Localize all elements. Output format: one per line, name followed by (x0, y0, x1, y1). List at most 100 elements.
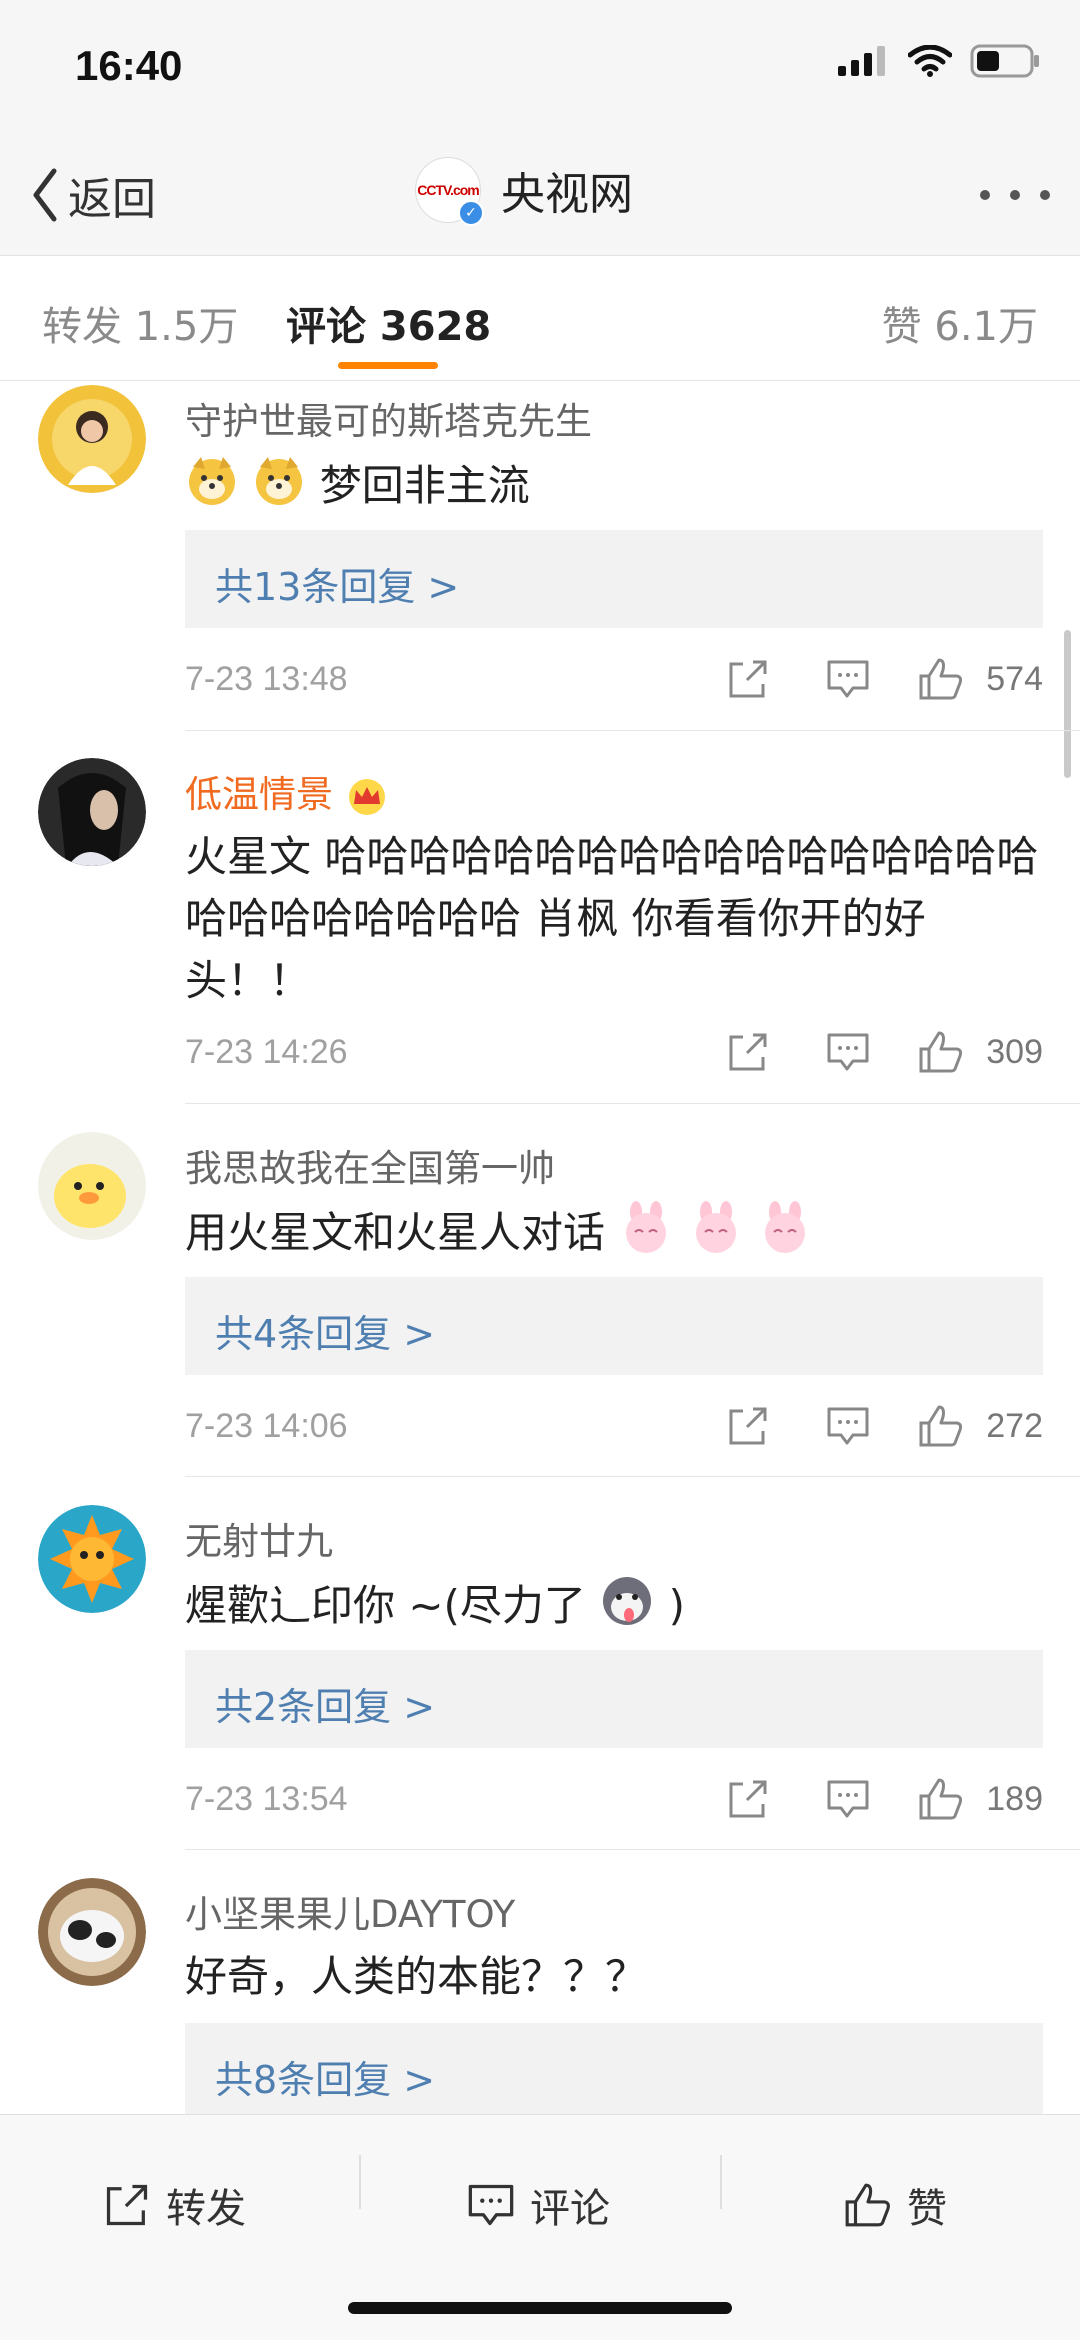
comment-item: 无射廿九 煋歡辶印你 ~(尽力了 ) 共2条回复 > 7-23 13:54 18… (0, 1505, 1080, 1850)
doge-emoji-icon (252, 453, 306, 524)
comment-time: 7-23 14:06 (185, 1407, 348, 1445)
share-icon[interactable] (725, 1776, 771, 1822)
status-time: 16:40 (75, 42, 183, 89)
chevron-left-icon (33, 168, 57, 222)
like-count: 309 (986, 1033, 1043, 1071)
avatar[interactable] (38, 1505, 146, 1613)
comment-text: 好奇，人类的本能？？？ (185, 1952, 648, 2001)
replies-link[interactable]: 共8条回复 > (185, 2023, 1043, 2114)
comment-meta: 7-23 14:26 309 (185, 1023, 1045, 1083)
comment-username[interactable]: 小坚果果儿DAYTOY (185, 1884, 515, 1938)
comment-text-content: 梦回非主流 (319, 461, 530, 510)
share-icon (106, 2184, 148, 2226)
comment-item: 守护世最可的斯塔克先生 梦回非主流 共13条回复 > 7-23 13:48 57… (0, 385, 1080, 730)
comment-icon[interactable] (825, 656, 871, 702)
home-indicator[interactable] (348, 2302, 732, 2314)
tab-comments[interactable]: 评论 3628 (286, 294, 491, 352)
repost-button[interactable]: 转发 (102, 2150, 246, 2260)
divider (185, 730, 1080, 731)
like-icon[interactable] (917, 1029, 965, 1075)
comment-username[interactable]: 无射廿九 (185, 1511, 333, 1565)
divider (185, 1849, 1080, 1850)
replies-label: 共13条回复 > (215, 565, 460, 609)
comment-icon[interactable] (825, 1029, 871, 1075)
back-button[interactable]: 返回 (30, 160, 156, 230)
cctv-avatar: CCTV.com ✓ (415, 157, 484, 226)
avatar[interactable] (38, 1132, 146, 1240)
comment-username[interactable]: 低温情景 (185, 764, 389, 818)
comment-username[interactable]: 守护世最可的斯塔克先生 (185, 391, 592, 445)
comment-label: 评论 (530, 2186, 610, 2232)
wifi-icon (908, 45, 952, 77)
husky-emoji-icon (599, 1573, 655, 1644)
comment-text: 用火星文和火星人对话 (185, 1200, 1045, 1271)
bunny-emoji-icon (618, 1200, 674, 1271)
avatar[interactable] (38, 758, 146, 866)
tab-repost[interactable]: 转发 1.5万 (42, 294, 238, 352)
replies-label: 共2条回复 > (215, 1685, 436, 1729)
comment-username[interactable]: 我思故我在全国第一帅 (185, 1138, 555, 1192)
comment-time: 7-23 14:26 (185, 1033, 348, 1071)
comment-button[interactable]: 评论 (466, 2150, 610, 2260)
comment-text-content: 用火星文和火星人对话 (185, 1208, 606, 1257)
share-icon[interactable] (725, 1029, 771, 1075)
like-label: 赞 (907, 2186, 947, 2232)
replies-link[interactable]: 共13条回复 > (185, 530, 1043, 628)
cctv-logo: CCTV.com (417, 182, 480, 198)
comment-item: 低温情景 火星文 哈哈哈哈哈哈哈哈哈哈哈哈哈哈哈哈哈哈哈哈哈哈哈哈哈 肖枫 你看… (0, 758, 1080, 1103)
replies-label: 共8条回复 > (215, 2058, 436, 2102)
replies-link[interactable]: 共4条回复 > (185, 1277, 1043, 1375)
cellular-signal-icon (838, 46, 885, 76)
comment-meta: 7-23 14:06 272 (185, 1397, 1045, 1457)
nav-bar: 返回 CCTV.com ✓ 央视网 (0, 135, 1080, 256)
vip-crown-icon (348, 778, 385, 815)
comment-meta: 7-23 13:54 189 (185, 1770, 1045, 1830)
comment-text: 煋歡辶印你 ~(尽力了 ) (185, 1573, 1045, 1644)
active-tab-indicator (338, 362, 438, 369)
like-icon[interactable] (917, 656, 965, 702)
replies-link[interactable]: 共2条回复 > (185, 1650, 1043, 1748)
divider (720, 2155, 722, 2209)
like-count: 189 (986, 1780, 1043, 1818)
comment-item: 我思故我在全国第一帅 用火星文和火星人对话 共4条回复 > 7-23 14:06… (0, 1132, 1080, 1477)
comment-icon[interactable] (825, 1776, 871, 1822)
tab-likes[interactable]: 赞 6.1万 (882, 294, 1038, 352)
repost-label: 转发 (166, 2186, 246, 2232)
account-header[interactable]: CCTV.com ✓ 央视网 (415, 157, 633, 226)
comment-text: 火星文 哈哈哈哈哈哈哈哈哈哈哈哈哈哈哈哈哈哈哈哈哈哈哈哈哈 肖枫 你看看你开的好… (185, 832, 1039, 1005)
share-icon[interactable] (725, 656, 771, 702)
status-bar: 16:40 (0, 0, 1080, 135)
battery-icon (970, 44, 1039, 78)
like-button[interactable]: 赞 (843, 2150, 947, 2260)
comment-item: 小坚果果儿DAYTOY 好奇，人类的本能？？？ 共8条回复 > (0, 1878, 1080, 2114)
page-title: 央视网 (501, 169, 633, 220)
comment-text-content: 煋歡辶印你 ~(尽力了 (185, 1581, 586, 1630)
avatar[interactable] (38, 1878, 146, 1986)
bunny-emoji-icon (757, 1200, 813, 1271)
back-label: 返回 (68, 174, 156, 225)
like-icon (845, 2183, 890, 2227)
like-count: 272 (986, 1407, 1043, 1445)
like-icon[interactable] (917, 1776, 965, 1822)
comment-time: 7-23 13:54 (185, 1780, 348, 1818)
tab-bar: 转发 1.5万 评论 3628 赞 6.1万 (0, 256, 1080, 381)
divider (359, 2155, 361, 2209)
comment-text-end: ) (668, 1581, 686, 1630)
doge-emoji-icon (185, 453, 239, 524)
more-options-icon[interactable] (980, 165, 1050, 225)
like-count: 574 (986, 660, 1043, 698)
status-icons (838, 44, 1040, 78)
bunny-emoji-icon (688, 1200, 744, 1271)
divider (185, 1476, 1080, 1477)
like-icon[interactable] (917, 1403, 965, 1449)
replies-label: 共4条回复 > (215, 1312, 436, 1356)
comment-icon[interactable] (825, 1403, 871, 1449)
avatar[interactable] (38, 385, 146, 493)
share-icon[interactable] (725, 1403, 771, 1449)
divider (185, 1103, 1080, 1104)
comment-text: 梦回非主流 (185, 453, 1045, 524)
comment-meta: 7-23 13:48 574 (185, 650, 1045, 710)
comment-time: 7-23 13:48 (185, 660, 348, 698)
comment-icon (468, 2184, 514, 2226)
verified-badge-icon: ✓ (458, 200, 484, 226)
